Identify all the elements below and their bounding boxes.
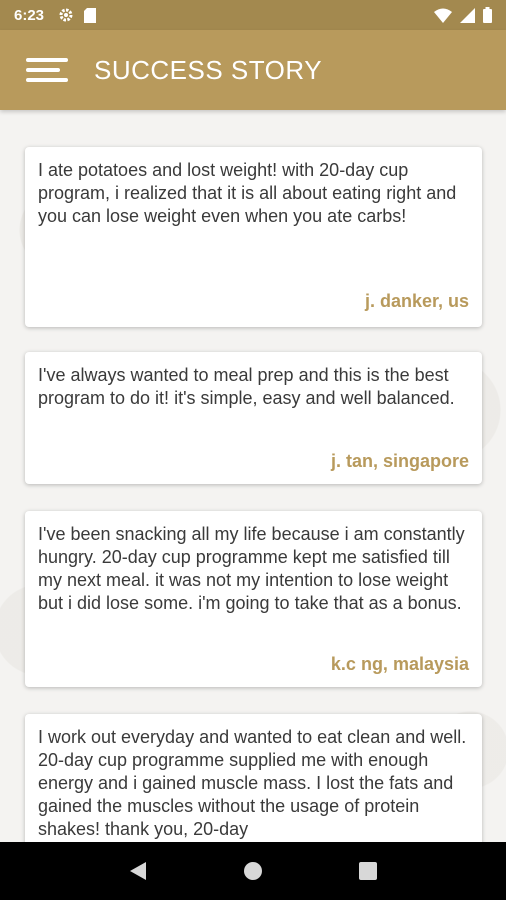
story-text: I've been snacking all my life because i… <box>38 524 465 613</box>
status-time: 6:23 <box>14 6 45 24</box>
story-card: I work out everyday and wanted to eat cl… <box>25 714 482 842</box>
story-card: I've been snacking all my life because i… <box>25 511 482 687</box>
story-text: I ate potatoes and lost weight! with 20-… <box>38 160 457 226</box>
story-author: k.c ng, malaysia <box>330 654 469 674</box>
story-text: I work out everyday and wanted to eat cl… <box>38 727 467 839</box>
home-icon[interactable] <box>241 859 265 883</box>
battery-icon <box>483 7 492 23</box>
back-icon[interactable] <box>126 859 150 883</box>
status-right-icons <box>434 7 492 23</box>
story-card: I ate potatoes and lost weight! with 20-… <box>25 147 482 327</box>
status-left-icons <box>58 7 97 23</box>
sd-card-icon <box>84 7 97 23</box>
page-title: SUCCESS STORY <box>94 54 323 85</box>
gear-icon <box>59 8 73 22</box>
navigation-bar <box>0 842 506 900</box>
app-bar: SUCCESS STORY <box>0 30 506 110</box>
menu-icon[interactable] <box>26 56 68 84</box>
signal-icon <box>460 7 475 23</box>
status-bar: 6:23 <box>0 0 506 30</box>
recents-icon[interactable] <box>356 859 380 883</box>
story-author: j. tan, singapore <box>330 451 469 471</box>
story-list[interactable]: I ate potatoes and lost weight! with 20-… <box>0 110 506 842</box>
story-text: I've always wanted to meal prep and this… <box>38 365 455 408</box>
story-card: I've always wanted to meal prep and this… <box>25 352 482 484</box>
story-author: j. danker, us <box>364 291 469 311</box>
wifi-icon <box>434 8 452 23</box>
